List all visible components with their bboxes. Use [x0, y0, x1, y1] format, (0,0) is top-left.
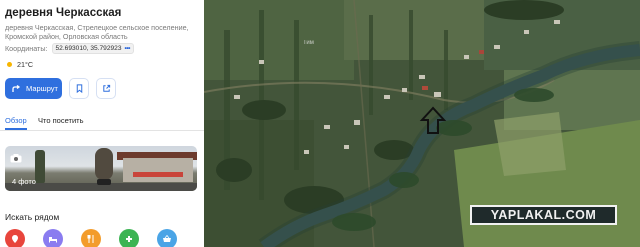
nearby-title: Искать рядом — [5, 212, 60, 222]
route-label: Маршрут — [26, 84, 58, 93]
tab-overview[interactable]: Обзор — [5, 116, 27, 130]
route-button[interactable]: Маршрут — [5, 78, 62, 99]
coordinates-label: Координаты: — [5, 43, 48, 53]
photo-tree — [95, 148, 113, 180]
tab-what-to-visit[interactable]: Что посетить — [38, 116, 83, 125]
nearby-shop-button[interactable] — [157, 229, 177, 247]
tab-bar: Обзор Что посетить — [0, 113, 204, 131]
coordinates-row: Координаты: 52.693010, 35.792923 ••• — [5, 42, 134, 54]
bed-icon — [49, 237, 57, 243]
camera-icon — [10, 154, 22, 163]
location-pin-icon — [12, 235, 18, 243]
sun-icon — [5, 60, 14, 69]
place-panel: деревня Черкасская деревня Черкасская, С… — [0, 0, 204, 247]
coordinates-value[interactable]: 52.693010, 35.792923 ••• — [51, 42, 134, 54]
nearby-pharmacy-button[interactable] — [119, 229, 139, 247]
action-bar: Маршрут — [5, 78, 116, 99]
place-title: деревня Черкасская — [5, 7, 122, 19]
share-icon — [102, 84, 110, 92]
photo-count: 4 фото — [12, 177, 36, 186]
photo-car — [97, 179, 111, 185]
share-button[interactable] — [96, 78, 116, 99]
weather: 21°C — [5, 58, 33, 70]
pharmacy-plus-icon — [126, 236, 132, 242]
watermark-logo: YAPLAKAL.COM — [470, 205, 617, 225]
nearby-place-button[interactable] — [5, 229, 25, 247]
route-icon — [12, 84, 21, 92]
coordinates-text: 52.693010, 35.792923 — [55, 44, 122, 52]
bookmark-button[interactable] — [69, 78, 89, 99]
shopping-basket-icon — [163, 234, 171, 242]
photo-building — [123, 158, 193, 182]
weather-temperature: 21°C — [17, 59, 34, 69]
photo-tree — [35, 150, 45, 184]
map-place-label: Тим — [303, 40, 314, 46]
satellite-map[interactable]: Тим YAPLAKAL.COM — [204, 0, 640, 247]
photo-card[interactable]: 4 фото — [5, 146, 197, 191]
nearby-hotel-button[interactable] — [43, 229, 63, 247]
nearby-food-button[interactable] — [81, 229, 101, 247]
nearby-categories — [5, 229, 177, 247]
more-icon[interactable]: ••• — [125, 45, 131, 52]
place-address: деревня Черкасская, Стрелецкое сельское … — [5, 23, 189, 41]
photo-awning — [133, 172, 183, 177]
bookmark-icon — [76, 84, 82, 93]
restaurant-icon — [87, 235, 94, 243]
